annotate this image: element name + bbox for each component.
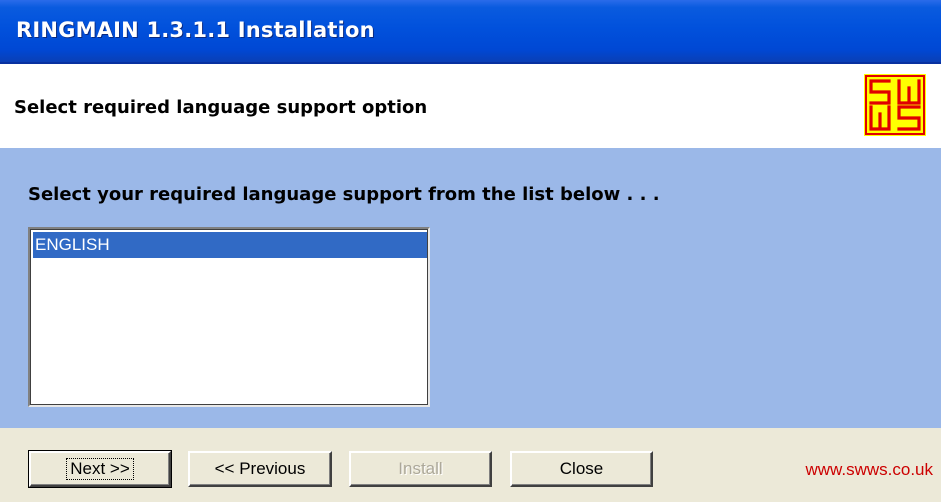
website-link[interactable]: www.swws.co.uk [763,460,933,480]
installer-window: RINGMAIN 1.3.1.1 Installation Select req… [0,0,941,502]
step-title: Select required language support option [14,97,428,118]
install-button: Install [349,451,492,487]
next-button[interactable]: Next >> [28,450,172,488]
language-listbox[interactable]: ENGLISH [28,227,430,407]
button-bar: Next >> << Previous Install Close www.sw… [0,428,941,502]
title-bar[interactable]: RINGMAIN 1.3.1.1 Installation [0,0,941,64]
content-panel: Select your required language support fr… [0,148,941,428]
previous-button[interactable]: << Previous [188,451,332,487]
header-panel: Select required language support option [0,64,941,148]
next-button-label: Next >> [66,458,134,480]
swws-logo-icon [864,74,926,136]
window-title: RINGMAIN 1.3.1.1 Installation [16,18,375,42]
list-item-english[interactable]: ENGLISH [33,232,427,258]
close-button[interactable]: Close [510,451,653,487]
instruction-text: Select your required language support fr… [28,184,660,205]
